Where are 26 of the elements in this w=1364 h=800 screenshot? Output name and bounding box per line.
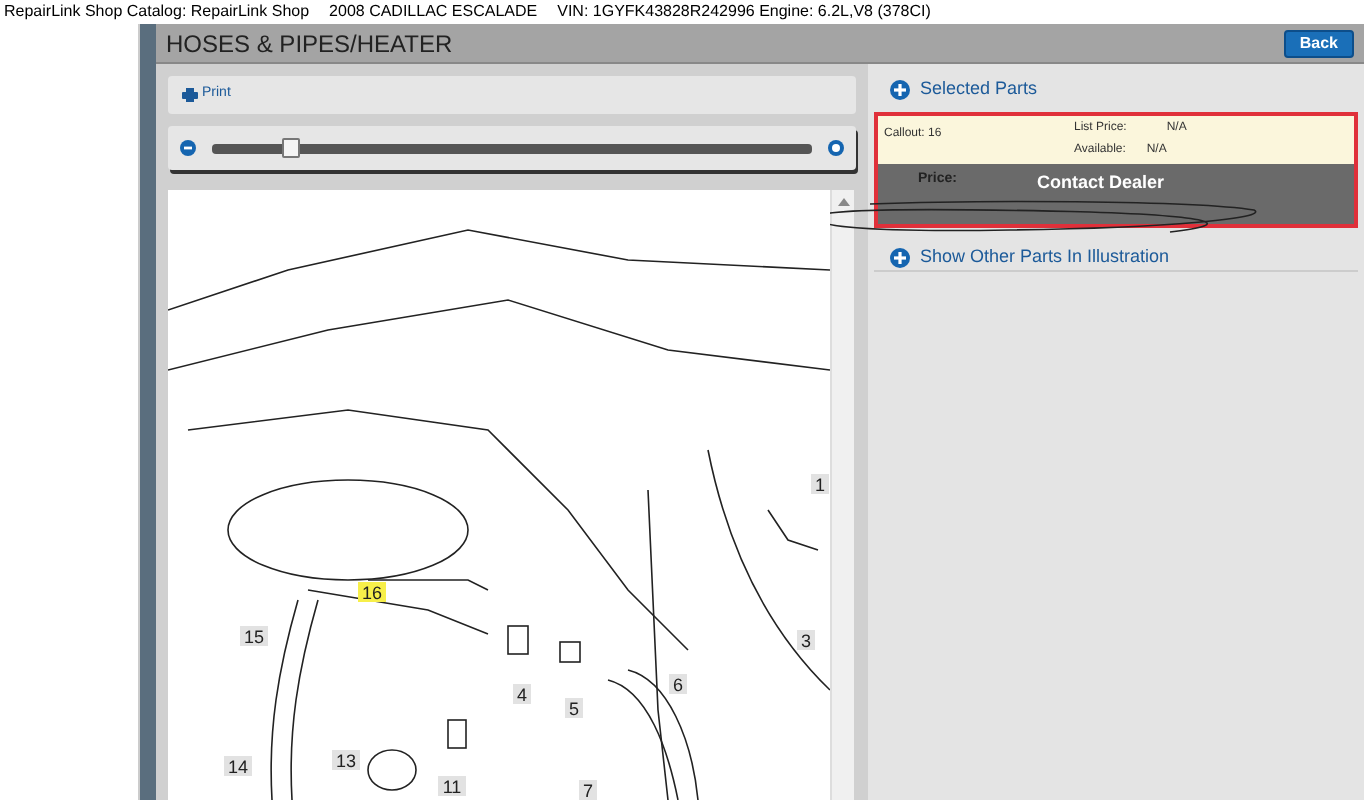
- price-value: Contact Dealer: [1036, 170, 1164, 196]
- callout-label[interactable]: 4: [513, 684, 531, 705]
- callout-label[interactable]: 16: [358, 582, 386, 603]
- vehicle-name: 2008 CADILLAC ESCALADE: [329, 4, 538, 20]
- callout-label[interactable]: 7: [579, 780, 597, 800]
- scroll-up-icon[interactable]: [837, 198, 849, 206]
- plus-circle-icon: [890, 80, 910, 100]
- plus-circle-icon: [890, 247, 910, 267]
- callout-label[interactable]: 11: [438, 776, 466, 797]
- callout-label[interactable]: 15: [240, 626, 268, 647]
- selected-parts-header[interactable]: Selected Parts: [874, 76, 1358, 104]
- catalog-title: RepairLink Shop Catalog: RepairLink Shop: [4, 4, 310, 20]
- page-title: HOSES & PIPES/HEATER: [166, 27, 453, 61]
- back-button[interactable]: Back: [1283, 29, 1354, 57]
- callout-label[interactable]: 3: [797, 630, 815, 651]
- vin-engine-text: VIN: 1GYFK43828R242996 Engine: 6.2L,V8 (378CI): [557, 4, 931, 20]
- callout-label[interactable]: 1: [811, 474, 829, 495]
- other-parts-header[interactable]: Show Other Parts In Illustration: [874, 244, 1358, 272]
- zoom-in-icon[interactable]: [828, 140, 844, 156]
- callout-label[interactable]: 14: [224, 756, 252, 777]
- callout-label[interactable]: 13: [332, 750, 360, 771]
- callout-label[interactable]: 6: [669, 674, 687, 695]
- zoom-out-icon[interactable]: [180, 140, 196, 156]
- scrollbar[interactable]: [830, 190, 854, 800]
- zoom-slider-thumb[interactable]: [282, 137, 300, 157]
- callout-label[interactable]: 5: [565, 698, 583, 719]
